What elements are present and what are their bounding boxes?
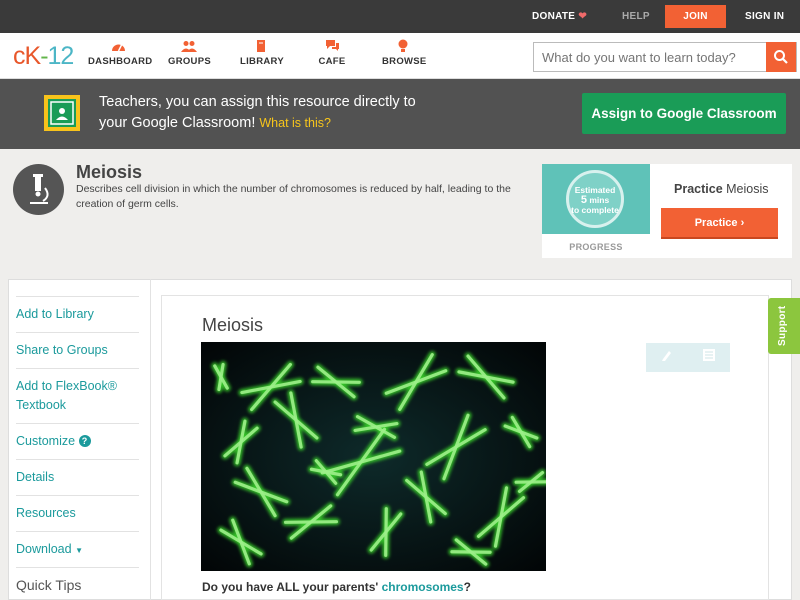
nav-cafe[interactable]: CAFE	[318, 39, 346, 67]
quick-tips-heading[interactable]: Quick Tips	[16, 567, 139, 600]
download-link[interactable]: Download ▼	[16, 531, 139, 567]
teacher-banner: Teachers, you can assign this resource d…	[0, 79, 800, 149]
help-icon[interactable]: ?	[78, 435, 91, 447]
share-to-groups-link[interactable]: Share to Groups	[16, 332, 139, 368]
ck12-logo[interactable]: cK-12	[13, 42, 74, 71]
search-box	[533, 42, 797, 72]
chevron-right-icon: ›	[740, 217, 745, 229]
concept-description: Describes cell division in which the num…	[76, 183, 511, 210]
sign-in-link[interactable]: SIGN IN	[745, 0, 784, 33]
join-button[interactable]: JOIN	[665, 5, 726, 28]
practice-progress-thumbnail: Estimated 5 mins to complete	[542, 164, 650, 234]
chromosome-illustration	[201, 342, 546, 571]
main-nav: cK-12 DASHBOARD GROUPS LIBRARY CAFE BROW…	[0, 33, 800, 79]
assign-to-google-classroom-button[interactable]: Assign to Google Classroom	[582, 93, 786, 134]
chromosomes-link[interactable]: chromosomes	[382, 580, 464, 594]
nav-library[interactable]: LIBRARY	[240, 39, 284, 67]
notes-icon[interactable]	[688, 343, 730, 372]
heart-icon: ❤	[578, 11, 588, 22]
nav-groups[interactable]: GROUPS	[168, 39, 211, 67]
google-classroom-icon	[44, 95, 80, 131]
chromosome-image	[201, 342, 546, 571]
groups-icon	[168, 39, 210, 56]
pencil-icon[interactable]	[646, 343, 688, 372]
search-icon	[774, 50, 788, 64]
top-bar: DONATE ❤ HELP JOIN SIGN IN	[0, 0, 800, 33]
microscope-icon	[13, 164, 64, 215]
browse-icon	[382, 39, 424, 56]
concept-title: Meiosis	[76, 162, 143, 182]
practice-title: Practice Meiosis	[674, 182, 769, 196]
add-to-flexbook-link[interactable]: Add to FlexBook® Textbook	[16, 368, 139, 423]
practice-button[interactable]: Practice ›	[661, 208, 778, 239]
donate-link[interactable]: DONATE ❤	[532, 0, 587, 33]
support-tab[interactable]: Support	[768, 298, 800, 354]
sidebar: Add to Library Share to Groups Add to Fl…	[8, 279, 151, 600]
banner-text: Teachers, you can assign this resource d…	[99, 94, 416, 131]
resources-link[interactable]: Resources	[16, 495, 139, 531]
content-question: Do you have ALL your parents' chromosome…	[202, 580, 471, 594]
caret-down-icon: ▼	[75, 546, 83, 555]
content-tools	[646, 343, 730, 372]
add-to-library-link[interactable]: Add to Library	[16, 296, 139, 332]
progress-label: PROGRESS	[569, 242, 623, 252]
search-button[interactable]	[766, 42, 796, 72]
nav-browse[interactable]: BROWSE	[382, 39, 426, 67]
search-input[interactable]	[534, 43, 768, 71]
content-title: Meiosis	[202, 315, 264, 335]
cafe-icon	[318, 39, 346, 56]
customize-link[interactable]: Customize ?	[16, 423, 139, 459]
practice-card: Estimated 5 mins to complete PROGRESS Pr…	[542, 164, 792, 258]
help-link[interactable]: HELP	[622, 0, 650, 33]
library-icon	[240, 39, 282, 56]
details-link[interactable]: Details	[16, 459, 139, 495]
estimate-badge: Estimated 5 mins to complete	[566, 170, 624, 228]
nav-dashboard[interactable]: DASHBOARD	[88, 39, 152, 67]
dashboard-icon	[88, 39, 148, 56]
what-is-this-link[interactable]: What is this?	[259, 116, 331, 130]
